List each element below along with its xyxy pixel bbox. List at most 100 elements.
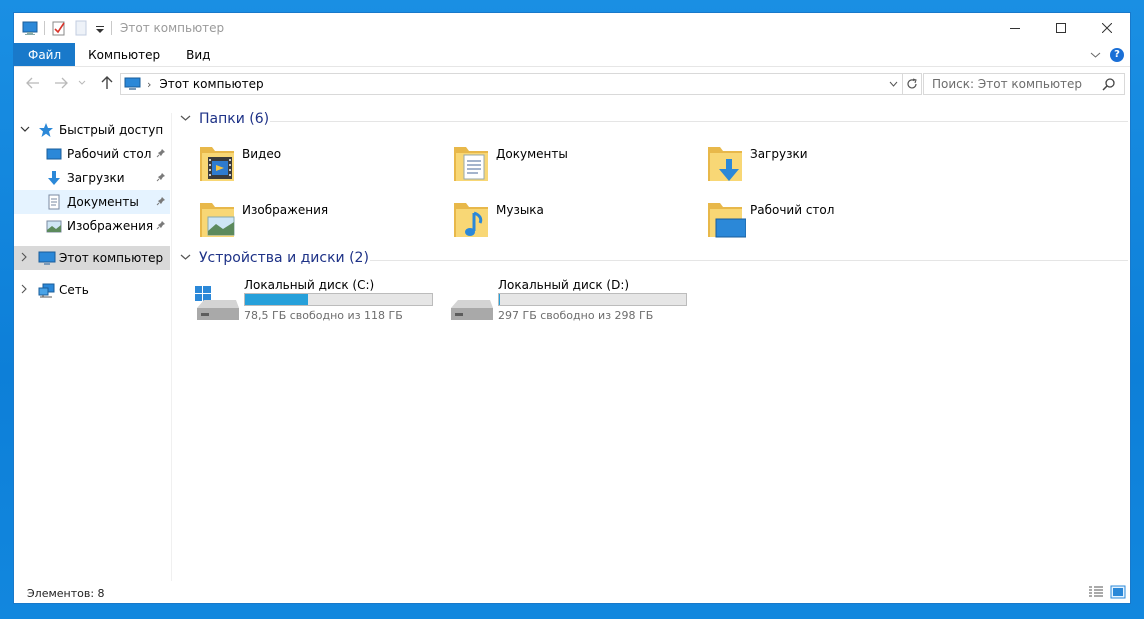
refresh-icon[interactable] [902,74,921,94]
status-bar: Элементов: 8 [14,581,1130,605]
group-header-label: Устройства и диски (2) [199,250,369,266]
sidebar-item-label: Быстрый доступ [59,123,164,137]
expand-chevron-icon[interactable] [20,252,28,265]
drive-usage-fill [245,294,308,305]
collapse-chevron-icon[interactable] [20,125,30,136]
sidebar-item-label: Документы [67,195,139,209]
back-arrow-icon[interactable] [24,74,42,92]
sidebar-item-downloads[interactable]: Загрузки [14,166,170,190]
sidebar-item-label: Изображения [67,219,154,233]
group-divider [370,260,1128,261]
drive-usage-bar [244,293,433,306]
drive-name: Локальный диск (C:) [244,278,375,292]
star-icon [38,122,54,138]
download-arrow-icon [46,170,62,186]
navigation-bar: › Этот компьютер Поиск: Этот компьютер [14,71,1130,97]
tiles-view-icon[interactable] [1110,585,1126,599]
folder-name: Документы [496,147,568,161]
pictures-icon [46,218,62,234]
drive-name: Локальный диск (D:) [498,278,630,292]
windows-drive-icon [194,286,240,322]
tab-computer[interactable]: Компьютер [75,43,173,66]
sidebar-item-network[interactable]: Сеть [14,278,170,302]
drive-icon [448,286,494,322]
expand-ribbon-icon[interactable] [1090,48,1101,62]
toolbar-separator [44,21,45,35]
sidebar-item-quick-access[interactable]: Быстрый доступ [14,118,170,142]
music-folder-icon [452,197,492,241]
folder-music[interactable]: Музыка [452,197,692,247]
drive-d[interactable]: Локальный диск (D:) 297 ГБ свободно из 2… [448,278,698,328]
maximize-button[interactable] [1038,13,1084,43]
customize-toolbar-icon[interactable] [95,20,105,36]
drive-free-space: 297 ГБ свободно из 298 ГБ [498,309,654,322]
pin-icon[interactable] [156,220,166,233]
folder-name: Музыка [496,203,544,217]
folder-downloads[interactable]: Загрузки [706,141,946,191]
recent-locations-icon[interactable] [76,74,88,92]
address-dropdown-icon[interactable] [885,74,901,94]
group-header-label: Папки (6) [199,111,270,127]
group-header-devices[interactable]: Устройства и диски (2) [180,250,369,266]
explorer-window: Этот компьютер Файл Компьютер Вид ? › Эт… [13,12,1131,604]
drive-c[interactable]: Локальный диск (C:) 78,5 ГБ свободно из … [194,278,444,328]
tab-file[interactable]: Файл [14,43,76,66]
up-arrow-icon[interactable] [98,74,116,92]
this-pc-icon [38,250,56,266]
sidebar-item-label: Рабочий стол [67,147,152,161]
pin-icon[interactable] [156,148,166,161]
search-placeholder: Поиск: Этот компьютер [932,77,1083,91]
downloads-folder-icon [706,141,746,185]
folder-video[interactable]: Видео [198,141,438,191]
group-header-folders[interactable]: Папки (6) [180,111,269,127]
folder-name: Изображения [242,203,329,217]
documents-icon [46,194,62,210]
folder-name: Рабочий стол [750,203,835,217]
sidebar-item-desktop[interactable]: Рабочий стол [14,142,170,166]
sidebar-item-label: Сеть [59,283,89,297]
close-button[interactable] [1084,13,1130,43]
search-icon[interactable] [1102,77,1116,94]
folder-pictures[interactable]: Изображения [198,197,438,247]
details-view-icon[interactable] [1088,585,1104,599]
ribbon-right: ? [1090,43,1124,66]
window-title: Этот компьютер [120,21,225,35]
forward-arrow-icon[interactable] [52,74,70,92]
drive-free-space: 78,5 ГБ свободно из 118 ГБ [244,309,403,322]
content-pane: Папки (6) Видео Документы Загрузки Изобр… [174,103,1132,581]
drive-usage-bar [498,293,687,306]
navigation-pane: Быстрый доступ Рабочий стол Загрузки Док… [14,113,172,581]
toolbar-separator [111,21,112,35]
pin-icon[interactable] [156,172,166,185]
documents-folder-icon [452,141,492,185]
sidebar-item-documents[interactable]: Документы [14,190,170,214]
sidebar-item-label: Этот компьютер [59,251,164,265]
address-bar[interactable]: › Этот компьютер [120,73,922,95]
search-input[interactable]: Поиск: Этот компьютер [923,73,1125,95]
this-pc-icon [124,77,141,91]
new-folder-icon[interactable] [73,20,89,36]
title-bar: Этот компьютер [14,13,1130,43]
view-buttons [1088,585,1126,599]
drive-usage-fill [499,294,500,305]
properties-icon[interactable] [51,20,67,36]
pin-icon[interactable] [156,196,166,209]
collapse-chevron-icon[interactable] [180,253,191,264]
collapse-chevron-icon[interactable] [180,114,191,125]
folder-name: Загрузки [750,147,808,161]
help-icon[interactable]: ? [1110,47,1124,62]
quick-access-toolbar [22,13,118,43]
folder-desktop[interactable]: Рабочий стол [706,197,946,247]
breadcrumb-this-pc[interactable]: Этот компьютер [159,77,263,91]
minimize-button[interactable] [992,13,1038,43]
window-controls [992,13,1130,43]
sidebar-item-label: Загрузки [67,171,125,185]
folder-documents[interactable]: Документы [452,141,692,191]
sidebar-item-this-pc[interactable]: Этот компьютер [14,246,170,270]
item-count: Элементов: 8 [27,586,105,600]
tab-view[interactable]: Вид [173,43,223,66]
expand-chevron-icon[interactable] [20,284,28,297]
ribbon-tabs: Файл Компьютер Вид ? [14,43,1130,66]
breadcrumb-chevron-icon[interactable]: › [147,78,151,91]
sidebar-item-pictures[interactable]: Изображения [14,214,170,238]
